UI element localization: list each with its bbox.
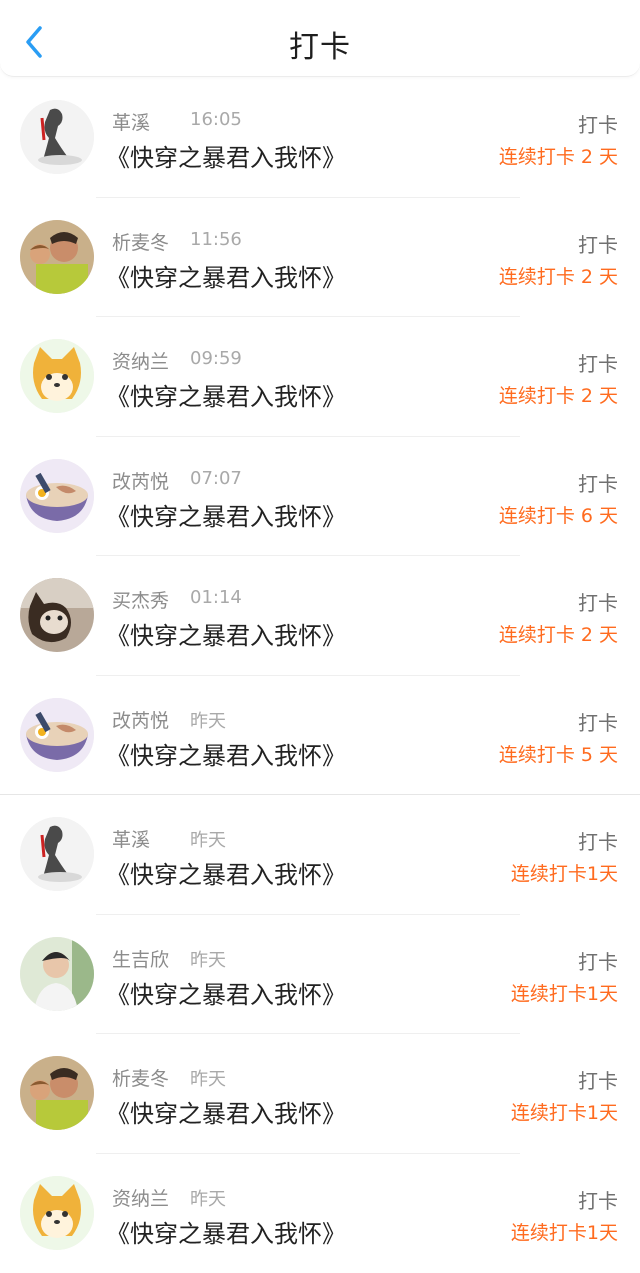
streak-text: 连续打卡1天 <box>510 982 618 1005</box>
checkin-tag: 打卡 <box>578 1069 618 1093</box>
avatar-ramen-bowl[interactable] <box>20 697 94 772</box>
book-title[interactable]: 《快穿之暴君入我怀》 <box>106 497 346 532</box>
book-title[interactable]: 《快穿之暴君入我怀》 <box>106 616 346 651</box>
checkin-time: 09:59 <box>190 348 242 369</box>
avatar-man-photo[interactable] <box>20 1056 94 1130</box>
checkin-row[interactable]: 革溪 16:05 《快穿之暴君入我怀》 打卡 连续打卡 2 天 <box>0 78 640 198</box>
checkin-row[interactable]: 资纳兰 昨天 《快穿之暴君入我怀》 打卡 连续打卡1天 <box>0 1154 640 1273</box>
checkin-tag: 打卡 <box>578 949 618 974</box>
checkin-tag: 打卡 <box>578 113 618 137</box>
avatar-shiba-dog[interactable] <box>20 339 94 413</box>
streak-text: 连续打卡1天 <box>510 1102 618 1124</box>
checkin-time: 昨天 <box>190 949 226 971</box>
checkin-row[interactable]: 析麦冬 11:56 《快穿之暴君入我怀》 打卡 连续打卡 2 天 <box>0 198 640 317</box>
book-title[interactable]: 《快穿之暴君入我怀》 <box>106 1214 346 1249</box>
streak-text: 连续打卡 2 天 <box>498 624 618 646</box>
checkin-time: 16:05 <box>190 109 242 130</box>
checkin-time: 昨天 <box>190 710 226 732</box>
checkin-time: 07:07 <box>190 467 242 489</box>
checkin-time: 昨天 <box>190 830 226 851</box>
checkin-row[interactable]: 资纳兰 09:59 《快穿之暴君入我怀》 打卡 连续打卡 2 天 <box>0 317 640 437</box>
book-title[interactable]: 《快穿之暴君入我怀》 <box>106 377 346 412</box>
book-title[interactable]: 《快穿之暴君入我怀》 <box>106 258 346 293</box>
user-name: 改芮悦 <box>112 470 170 493</box>
user-name: 买杰秀 <box>112 590 170 612</box>
checkin-row[interactable]: 析麦冬 昨天 《快穿之暴君入我怀》 打卡 连续打卡1天 <box>0 1034 640 1154</box>
user-name: 资纳兰 <box>112 1187 170 1210</box>
checkin-tag: 打卡 <box>578 710 618 735</box>
avatar-cat-photo[interactable] <box>20 578 94 652</box>
streak-text: 连续打卡 6 天 <box>498 504 618 527</box>
avatar-shiba-dog[interactable] <box>20 1175 94 1250</box>
avatar-ramen-bowl[interactable] <box>20 458 94 533</box>
checkin-time: 11:56 <box>190 228 242 250</box>
top-nav-bar: 打卡 <box>0 0 640 77</box>
checkin-tag: 打卡 <box>578 1188 618 1213</box>
user-name: 析麦冬 <box>112 231 170 254</box>
user-name: 生吉欣 <box>112 948 170 971</box>
book-title[interactable]: 《快穿之暴君入我怀》 <box>106 138 346 173</box>
checkin-row[interactable]: 革溪 昨天 《快穿之暴君入我怀》 打卡 连续打卡1天 <box>0 795 640 915</box>
book-title[interactable]: 《快穿之暴君入我怀》 <box>106 1094 346 1129</box>
checkin-tag: 打卡 <box>578 471 618 496</box>
streak-text: 连续打卡1天 <box>510 1221 618 1244</box>
page-title: 打卡 <box>289 30 351 65</box>
streak-text: 连续打卡1天 <box>510 863 618 885</box>
user-name: 革溪 <box>112 112 151 134</box>
checkin-tag: 打卡 <box>578 591 618 615</box>
avatar-boy-photo[interactable] <box>20 936 94 1011</box>
user-name: 改芮悦 <box>112 709 170 732</box>
avatar-man-photo[interactable] <box>20 219 94 294</box>
book-title[interactable]: 《快穿之暴君入我怀》 <box>106 736 346 771</box>
checkin-tag: 打卡 <box>578 232 618 257</box>
streak-text: 连续打卡 5 天 <box>498 743 618 766</box>
checkin-tag: 打卡 <box>578 352 618 376</box>
avatar-ink-girl[interactable] <box>20 817 94 891</box>
checkin-tag: 打卡 <box>578 830 618 854</box>
streak-text: 连续打卡 2 天 <box>498 385 618 407</box>
checkin-row[interactable]: 改芮悦 昨天 《快穿之暴君入我怀》 打卡 连续打卡 5 天 <box>0 676 640 795</box>
book-title[interactable]: 《快穿之暴君入我怀》 <box>106 975 346 1010</box>
user-name: 资纳兰 <box>112 351 170 373</box>
checkin-row[interactable]: 买杰秀 01:14 《快穿之暴君入我怀》 打卡 连续打卡 2 天 <box>0 556 640 676</box>
avatar-ink-girl[interactable] <box>20 100 94 174</box>
user-name: 析麦冬 <box>112 1068 170 1090</box>
checkin-time: 01:14 <box>190 587 242 608</box>
checkin-row[interactable]: 生吉欣 昨天 《快穿之暴君入我怀》 打卡 连续打卡1天 <box>0 915 640 1034</box>
streak-text: 连续打卡 2 天 <box>498 265 618 288</box>
user-name: 革溪 <box>112 829 151 851</box>
streak-text: 连续打卡 2 天 <box>498 146 618 168</box>
book-title[interactable]: 《快穿之暴君入我怀》 <box>106 855 346 890</box>
checkin-time: 昨天 <box>190 1188 226 1210</box>
checkin-row[interactable]: 改芮悦 07:07 《快穿之暴君入我怀》 打卡 连续打卡 6 天 <box>0 437 640 556</box>
checkin-list: 革溪 16:05 《快穿之暴君入我怀》 打卡 连续打卡 2 天 析麦冬 11:5… <box>0 78 640 1273</box>
checkin-time: 昨天 <box>190 1069 226 1090</box>
